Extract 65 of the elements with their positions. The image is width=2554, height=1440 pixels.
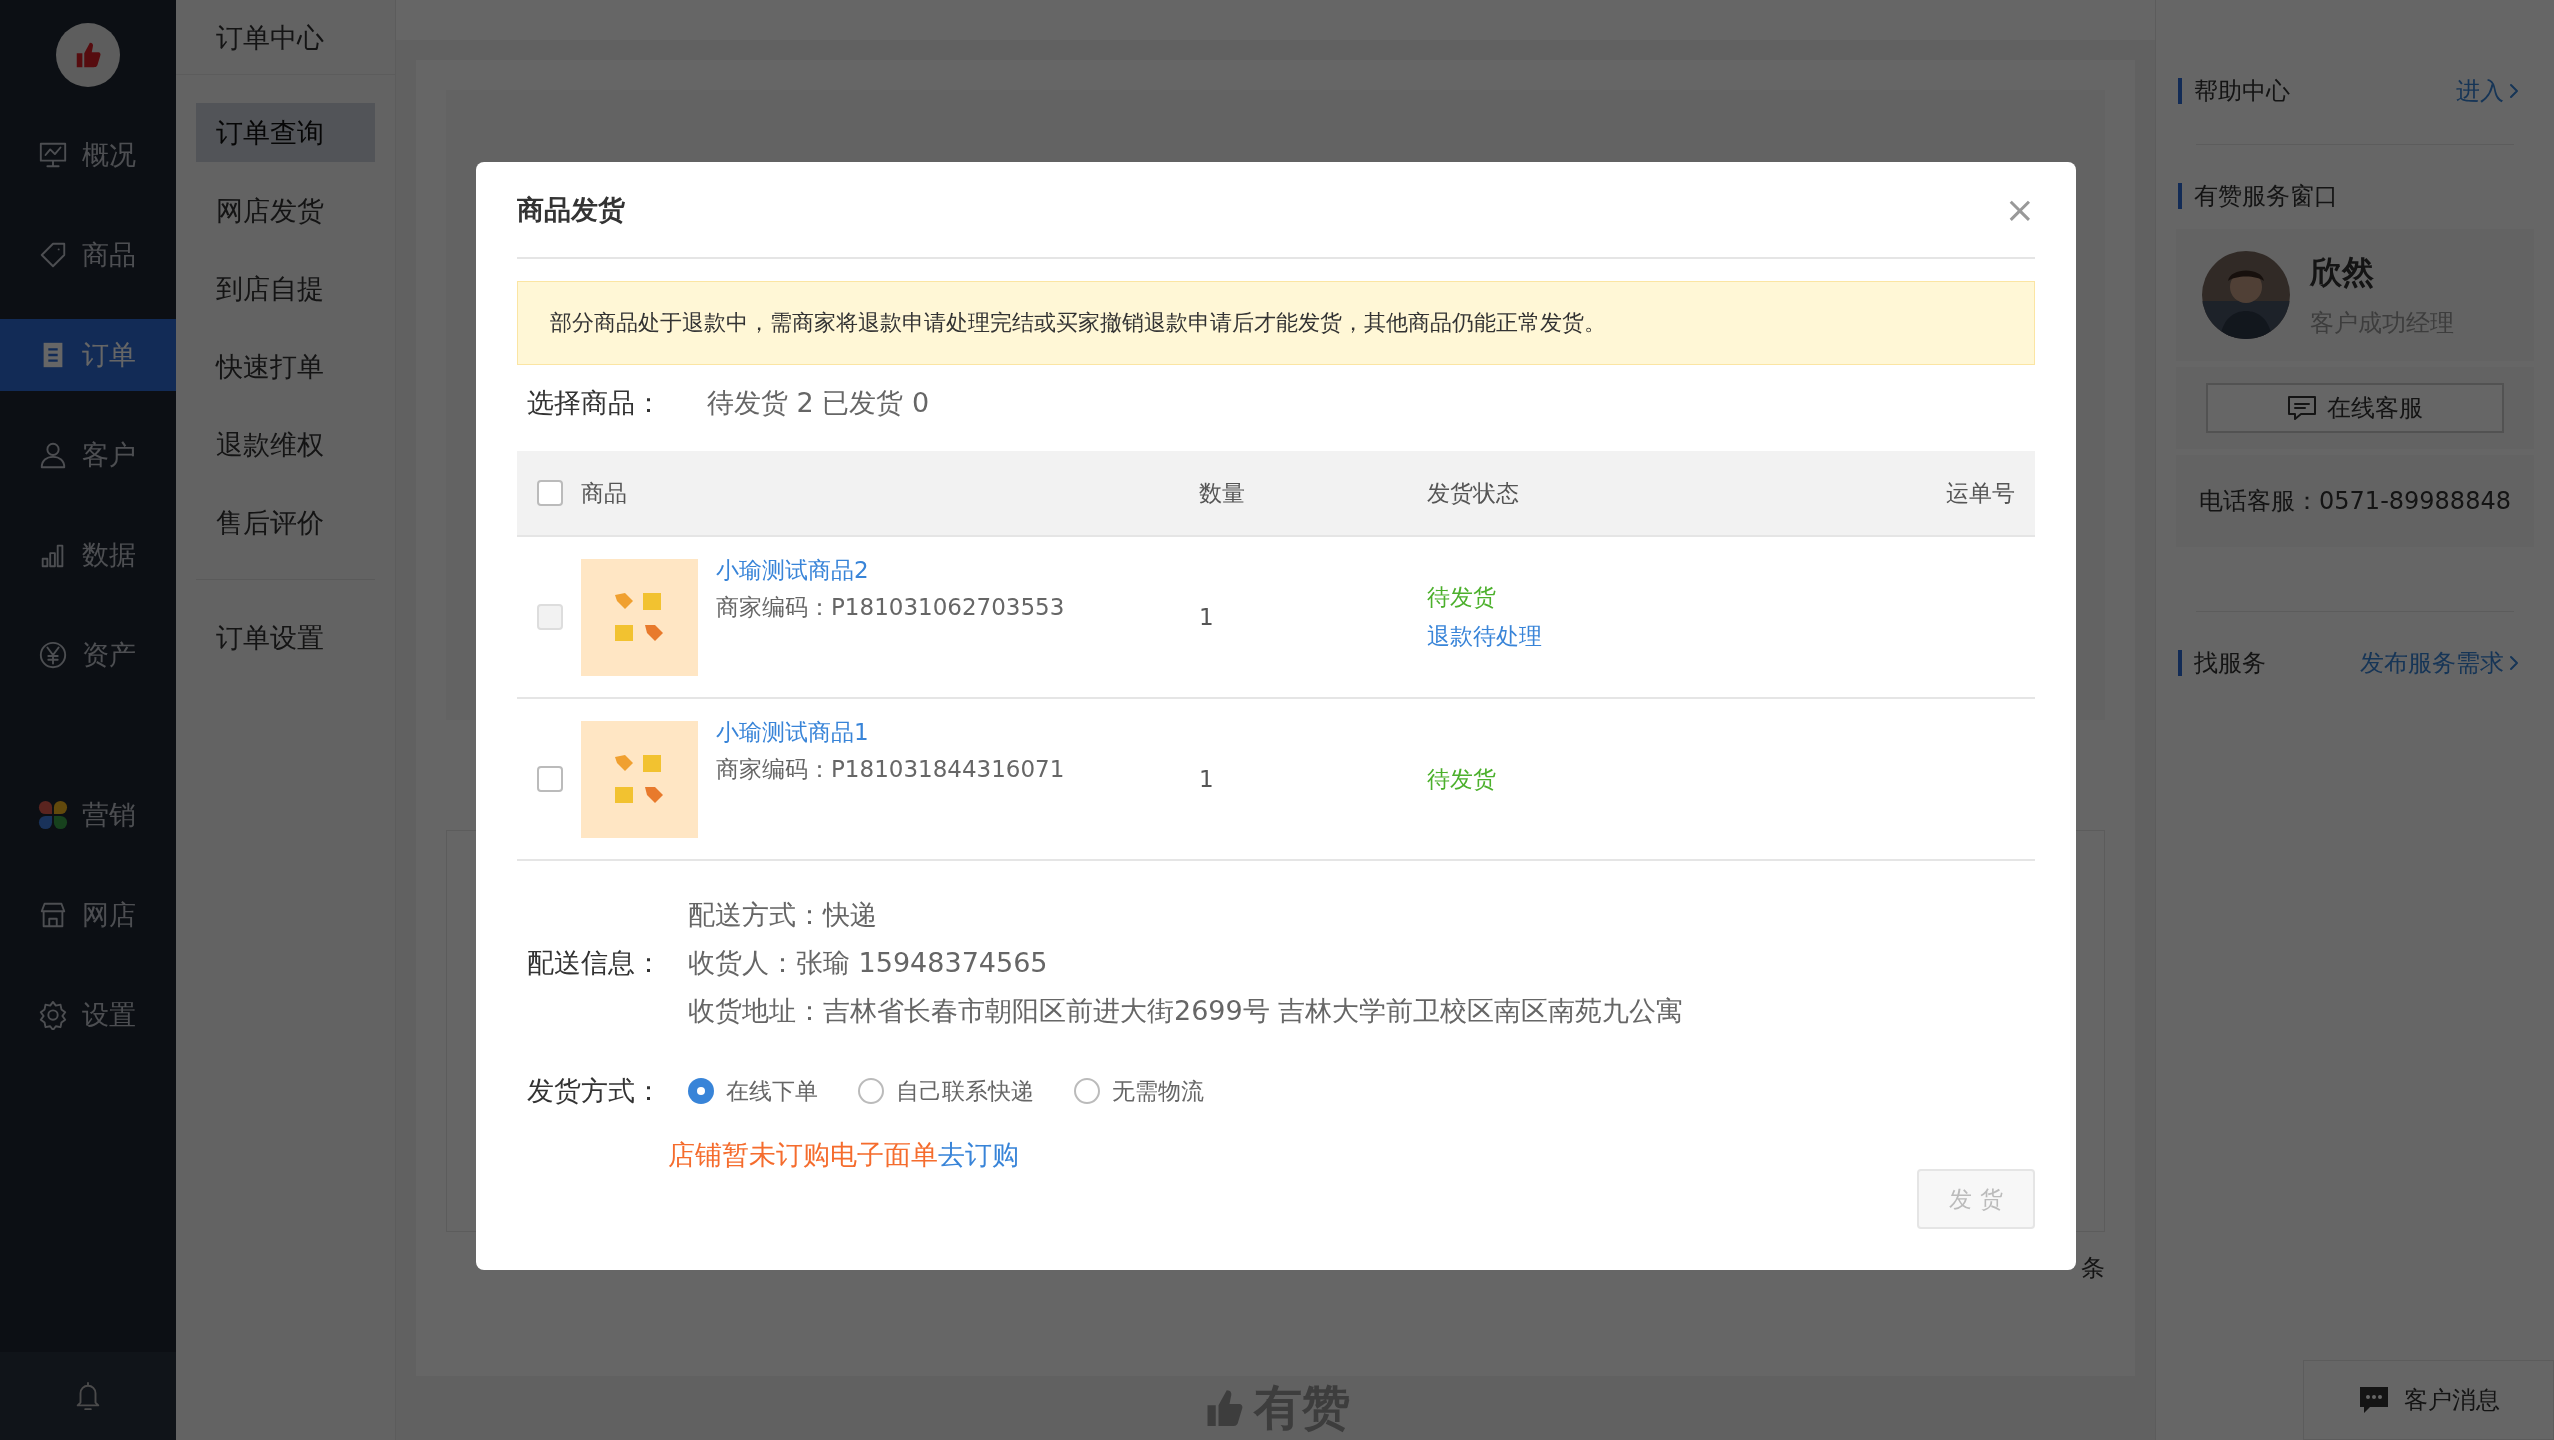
submenu-item[interactable]: 网店发货 xyxy=(196,181,375,240)
field-label: 配送信息： xyxy=(527,946,662,980)
warning-message: 部分商品处于退款中，需商家将退款申请处理完结或买家撤销退款申请后才能发货，其他商品仍能正常发货。 xyxy=(517,281,2035,365)
sidebar-item[interactable]: 营销 xyxy=(0,779,176,851)
online-service-button[interactable]: 在线客服 xyxy=(2206,383,2504,433)
column-header: 数量 xyxy=(1199,479,1245,506)
status-text: 待发货 xyxy=(1427,583,1497,612)
column-header: 商品 xyxy=(581,478,627,508)
delivery-detail: 收货人：张瑜 15948374565 xyxy=(688,946,1049,980)
field-label: 发货方式： xyxy=(527,1074,662,1108)
manager-name: 欣然 xyxy=(2310,252,2375,293)
messages-button[interactable]: 客户消息 xyxy=(2303,1360,2554,1440)
sidebar-item[interactable]: 网店 xyxy=(0,879,176,951)
sidebar-item[interactable]: 概况 xyxy=(0,119,176,191)
column-header: 发货状态 xyxy=(1427,479,1519,506)
status-text: 待发货 xyxy=(1427,764,1497,794)
person-icon xyxy=(38,440,68,470)
pagination-text: 条 xyxy=(2081,1252,2105,1284)
section-title: 有赞服务窗口 xyxy=(2194,183,2338,209)
product-code: 商家编码：P181031844316071 xyxy=(716,754,1065,784)
store-icon xyxy=(38,900,68,930)
yen-icon xyxy=(38,640,68,670)
sidebar-item[interactable]: 客户 xyxy=(0,419,176,491)
sidebar-item[interactable]: 设置 xyxy=(0,979,176,1051)
field-label: 选择商品： xyxy=(527,386,662,420)
help-link[interactable]: 进入 xyxy=(2456,78,2520,104)
monitor-icon xyxy=(38,140,68,170)
sidebar-item[interactable]: 数据 xyxy=(0,519,176,591)
submenu-item[interactable]: 到店自提 xyxy=(196,259,375,318)
tag-icon xyxy=(38,240,68,270)
submenu-item[interactable]: 售后评价 xyxy=(196,493,375,552)
dialog-title: 商品发货 xyxy=(517,192,625,227)
sidebar-item[interactable]: 订单 xyxy=(0,319,176,391)
post-request-link[interactable]: 发布服务需求 xyxy=(2360,650,2520,676)
submenu-item[interactable]: 退款维权 xyxy=(196,415,375,474)
shipping-option[interactable]: 在线下单 xyxy=(688,1075,818,1107)
shipment-summary: 待发货 2 已发货 0 xyxy=(707,386,930,420)
subscribe-link[interactable]: 去订购 xyxy=(938,1139,1019,1170)
section-title: 找服务 xyxy=(2194,650,2266,676)
chevron-right-icon xyxy=(2508,654,2520,672)
notice-text: 店铺暂未订购电子面单去订购 xyxy=(667,1138,1020,1172)
shipping-option[interactable]: 无需物流 xyxy=(1074,1075,1204,1107)
submenu-item[interactable]: 快速打单 xyxy=(196,337,375,396)
close-button[interactable]: × xyxy=(2004,189,2035,230)
section-title: 帮助中心 xyxy=(2194,78,2290,104)
sidebar-item[interactable]: 商品 xyxy=(0,219,176,291)
chevron-right-icon xyxy=(2508,82,2520,100)
submenu-item[interactable]: 订单设置 xyxy=(196,608,375,667)
quantity: 1 xyxy=(1199,766,1214,792)
row-checkbox[interactable] xyxy=(537,766,563,792)
column-header: 运单号 xyxy=(1946,479,2015,506)
gear-icon xyxy=(38,1000,68,1030)
chat-icon xyxy=(2287,395,2317,421)
sidebar-item[interactable]: 资产 xyxy=(0,619,176,691)
submenu-title: 订单中心 xyxy=(176,0,395,75)
petals-icon xyxy=(38,800,68,830)
product-link[interactable]: 小瑜测试商品1 xyxy=(716,716,1065,748)
select-all-checkbox[interactable] xyxy=(537,480,563,506)
quantity: 1 xyxy=(1199,604,1214,630)
shipping-option[interactable]: 自己联系快递 xyxy=(858,1075,1034,1107)
submenu-item[interactable]: 订单查询 xyxy=(196,103,375,162)
delivery-detail: 配送方式：快递 xyxy=(688,898,878,932)
chat-icon xyxy=(2357,1385,2390,1415)
delivery-detail: 收货地址：吉林省长春市朝阳区前进大街2699号 吉林大学前卫校区南区南苑九公寓 xyxy=(688,994,1684,1028)
product-code: 商家编码：P181031062703553 xyxy=(716,592,1065,622)
